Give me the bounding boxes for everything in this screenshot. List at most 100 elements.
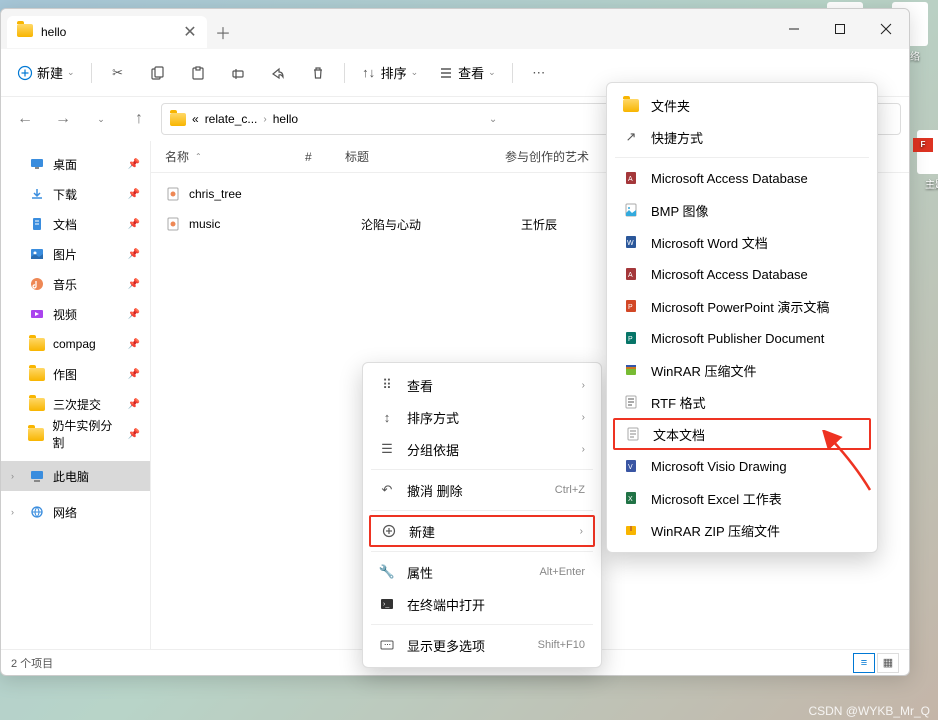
new-zip[interactable]: WinRAR ZIP 压缩文件 bbox=[613, 514, 871, 546]
rtf-icon bbox=[623, 394, 639, 410]
close-tab-button[interactable]: ✕ bbox=[183, 22, 197, 42]
new-access-2[interactable]: AMicrosoft Access Database bbox=[613, 258, 871, 290]
sidebar-item-cow[interactable]: 奶牛实例分割📌 bbox=[1, 419, 150, 449]
sidebar-item-three[interactable]: 三次提交📌 bbox=[1, 389, 150, 419]
up-button[interactable]: ↑ bbox=[123, 103, 155, 135]
rar-icon bbox=[623, 362, 639, 378]
new-visio[interactable]: VMicrosoft Visio Drawing bbox=[613, 450, 871, 482]
breadcrumb-item[interactable]: relate_c... bbox=[205, 112, 258, 126]
ctx-properties[interactable]: 🔧属性Alt+Enter bbox=[369, 556, 595, 588]
share-button[interactable] bbox=[260, 57, 296, 89]
pin-icon: 📌 bbox=[128, 249, 140, 260]
ctx-view[interactable]: ⠿查看› bbox=[369, 369, 595, 401]
new-shortcut[interactable]: ↗快捷方式 bbox=[613, 121, 871, 153]
minimize-button[interactable] bbox=[771, 9, 817, 49]
grid-icon: ⠿ bbox=[379, 377, 395, 393]
ctx-terminal[interactable]: ›_在终端中打开 bbox=[369, 588, 595, 620]
copy-button[interactable] bbox=[140, 57, 176, 89]
excel-icon: X bbox=[623, 490, 639, 506]
list-icon bbox=[438, 65, 454, 81]
new-folder[interactable]: 文件夹 bbox=[613, 89, 871, 121]
column-name[interactable]: 名称⌃ bbox=[165, 148, 305, 165]
new-access[interactable]: AMicrosoft Access Database bbox=[613, 162, 871, 194]
sidebar-item-videos[interactable]: 视频📌 bbox=[1, 299, 150, 329]
sidebar-item-network[interactable]: ›网络 bbox=[1, 497, 150, 527]
column-title[interactable]: 标题 bbox=[345, 148, 505, 165]
paste-button[interactable] bbox=[180, 57, 216, 89]
shortcut-icon: ↗ bbox=[623, 129, 639, 145]
more-icon: ⋯ bbox=[379, 637, 395, 653]
svg-text:W: W bbox=[627, 240, 634, 247]
svg-text:›_: ›_ bbox=[383, 601, 389, 608]
more-button[interactable]: ⋯ bbox=[521, 57, 557, 89]
caret-icon: › bbox=[11, 507, 21, 517]
sort-button[interactable]: ↑↓ 排序 ⌄ bbox=[353, 57, 427, 89]
pin-icon: 📌 bbox=[128, 429, 140, 440]
plus-circle-icon bbox=[381, 523, 397, 539]
music-icon bbox=[29, 276, 45, 292]
new-rtf[interactable]: RTF 格式 bbox=[613, 386, 871, 418]
sidebar: 桌面📌 下载📌 文档📌 图片📌 音乐📌 视频📌 compag📌 作图📌 三次提交… bbox=[1, 141, 151, 649]
image-icon bbox=[623, 202, 639, 218]
view-toggle: ≡ ▦ bbox=[853, 653, 899, 673]
rename-button[interactable] bbox=[220, 57, 256, 89]
recent-button[interactable]: ⌄ bbox=[85, 103, 117, 135]
new-button[interactable]: 新建 ⌄ bbox=[9, 57, 83, 89]
svg-text:A: A bbox=[628, 176, 633, 183]
context-menu: ⠿查看› ↕排序方式› ☰分组依据› ↶撤消 删除Ctrl+Z 新建› 🔧属性A… bbox=[362, 362, 602, 668]
ctx-new[interactable]: 新建› bbox=[369, 515, 595, 547]
sidebar-item-music[interactable]: 音乐📌 bbox=[1, 269, 150, 299]
pin-icon: 📌 bbox=[128, 189, 140, 200]
new-powerpoint[interactable]: PMicrosoft PowerPoint 演示文稿 bbox=[613, 290, 871, 322]
sidebar-item-this-pc[interactable]: ›此电脑 bbox=[1, 461, 150, 491]
desktop-file-3[interactable]: F主题 bbox=[910, 130, 938, 191]
video-icon bbox=[29, 306, 45, 322]
sidebar-item-compag[interactable]: compag📌 bbox=[1, 329, 150, 359]
copy-icon bbox=[150, 65, 166, 81]
ctx-undo[interactable]: ↶撤消 删除Ctrl+Z bbox=[369, 474, 595, 506]
document-icon bbox=[29, 216, 45, 232]
chevron-right-icon: › bbox=[582, 412, 585, 423]
column-number[interactable]: # bbox=[305, 150, 345, 164]
delete-button[interactable] bbox=[300, 57, 336, 89]
share-icon bbox=[270, 65, 286, 81]
audio-file-icon bbox=[165, 216, 181, 232]
cut-button[interactable]: ✂ bbox=[100, 57, 136, 89]
window-controls bbox=[771, 9, 909, 49]
maximize-button[interactable] bbox=[817, 9, 863, 49]
tab-hello[interactable]: hello ✕ bbox=[7, 16, 207, 48]
word-icon: W bbox=[623, 234, 639, 250]
wrench-icon: 🔧 bbox=[379, 564, 395, 580]
rename-icon bbox=[230, 65, 246, 81]
breadcrumb-item[interactable]: hello bbox=[273, 112, 298, 126]
visio-icon: V bbox=[623, 458, 639, 474]
sidebar-item-desktop[interactable]: 桌面📌 bbox=[1, 149, 150, 179]
sidebar-item-documents[interactable]: 文档📌 bbox=[1, 209, 150, 239]
access-icon: A bbox=[623, 170, 639, 186]
audio-file-icon bbox=[165, 186, 181, 202]
close-button[interactable] bbox=[863, 9, 909, 49]
new-bmp[interactable]: BMP 图像 bbox=[613, 194, 871, 226]
new-rar[interactable]: WinRAR 压缩文件 bbox=[613, 354, 871, 386]
grid-view-button[interactable]: ▦ bbox=[877, 653, 899, 673]
new-excel[interactable]: XMicrosoft Excel 工作表 bbox=[613, 482, 871, 514]
ctx-sort[interactable]: ↕排序方式› bbox=[369, 401, 595, 433]
new-text-document[interactable]: 文本文档 bbox=[613, 418, 871, 450]
new-tab-button[interactable]: ＋ bbox=[207, 16, 239, 48]
ctx-group[interactable]: ☰分组依据› bbox=[369, 433, 595, 465]
ctx-more-options[interactable]: ⋯显示更多选项Shift+F10 bbox=[369, 629, 595, 661]
back-button[interactable]: ← bbox=[9, 103, 41, 135]
pin-icon: 📌 bbox=[128, 279, 140, 290]
new-publisher[interactable]: PMicrosoft Publisher Document bbox=[613, 322, 871, 354]
forward-button[interactable]: → bbox=[47, 103, 79, 135]
sidebar-item-downloads[interactable]: 下载📌 bbox=[1, 179, 150, 209]
sidebar-item-zuotu[interactable]: 作图📌 bbox=[1, 359, 150, 389]
pin-icon: 📌 bbox=[128, 399, 140, 410]
sidebar-item-pictures[interactable]: 图片📌 bbox=[1, 239, 150, 269]
new-word[interactable]: WMicrosoft Word 文档 bbox=[613, 226, 871, 258]
desktop-icon bbox=[29, 156, 45, 172]
ellipsis-icon: ⋯ bbox=[531, 65, 547, 81]
chevron-down-icon[interactable]: ⌄ bbox=[489, 114, 497, 125]
details-view-button[interactable]: ≡ bbox=[853, 653, 875, 673]
view-button[interactable]: 查看 ⌄ bbox=[430, 57, 504, 89]
